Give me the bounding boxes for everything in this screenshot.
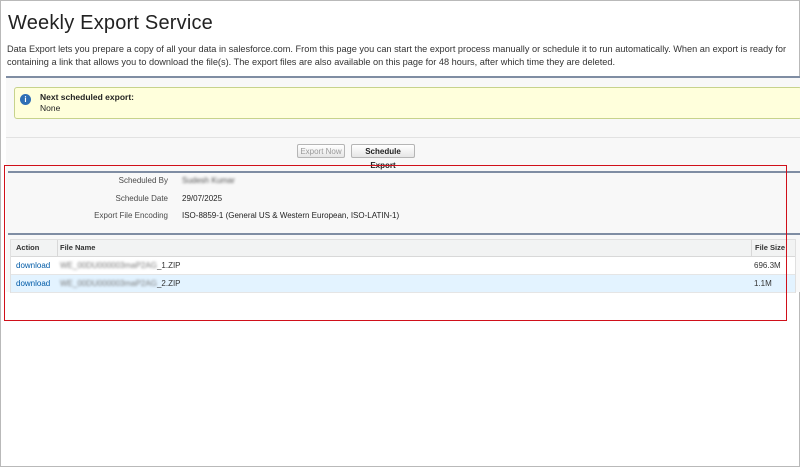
notice-value: None [40, 103, 61, 113]
description-line: Data Export lets you prepare a copy of a… [7, 44, 787, 54]
description-line: containing a link that allows you to dow… [7, 56, 616, 67]
page-title: Weekly Export Service [8, 12, 214, 34]
schedule-export-button[interactable]: Schedule Export [351, 144, 415, 170]
scheduled-export-notice: i Next scheduled export: None [14, 87, 800, 119]
info-icon: i [20, 94, 31, 105]
section-divider [6, 76, 800, 78]
highlight-annotation [4, 165, 787, 321]
notice-title: Next scheduled export: [40, 92, 134, 102]
export-now-button[interactable]: Export Now [297, 144, 345, 158]
button-divider [6, 137, 800, 138]
page-description: Data Export lets you prepare a copy of a… [7, 43, 795, 68]
